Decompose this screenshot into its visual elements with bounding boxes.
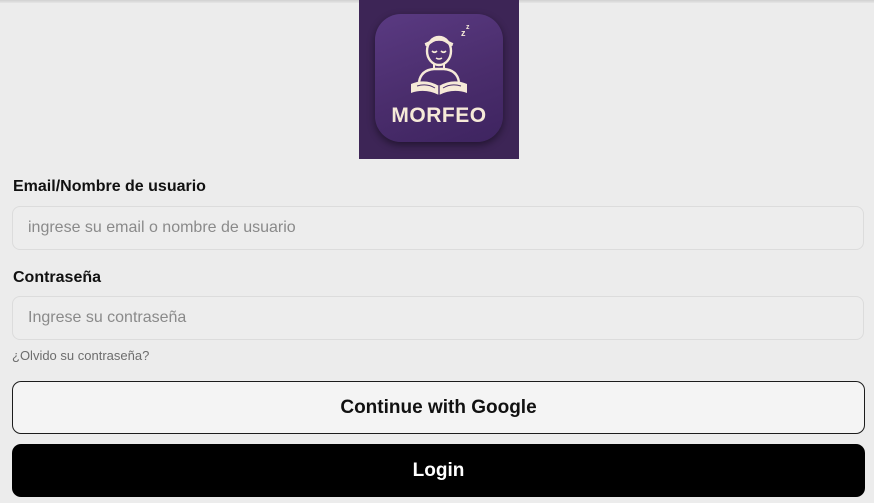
app-logo: z z MORFEO [359, 0, 519, 159]
password-field[interactable] [12, 296, 864, 340]
login-button[interactable]: Login [12, 444, 865, 497]
svg-text:z: z [466, 24, 470, 31]
continue-with-google-button[interactable]: Continue with Google [12, 381, 865, 434]
email-label: Email/Nombre de usuario [13, 178, 206, 195]
forgot-password-link[interactable]: ¿Olvido su contraseña? [12, 348, 149, 363]
password-label: Contraseña [13, 269, 102, 286]
login-button-label: Login [412, 459, 465, 481]
app-icon-tile: z z MORFEO [375, 14, 503, 142]
email-field[interactable] [12, 206, 864, 250]
logo-text: MORFEO [391, 104, 487, 127]
google-button-label: Continue with Google [340, 396, 537, 418]
